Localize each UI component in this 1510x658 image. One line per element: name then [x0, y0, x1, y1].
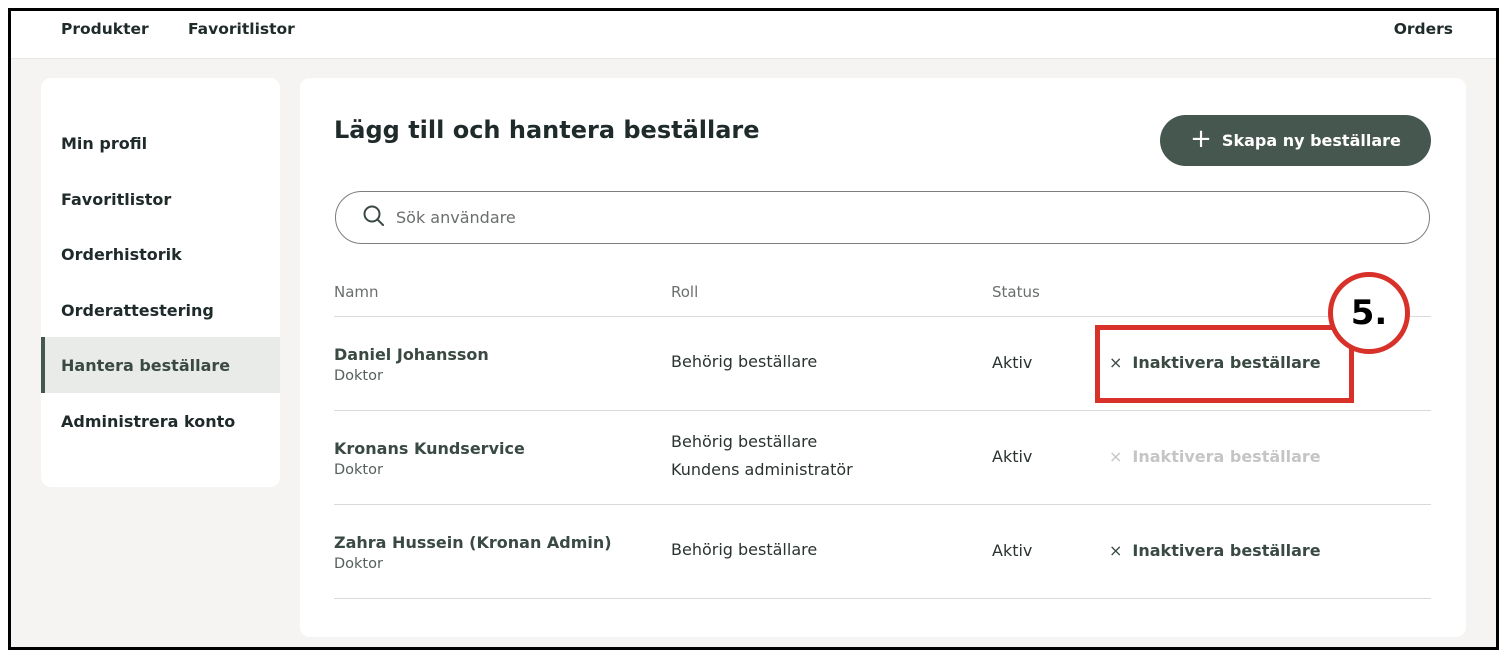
user-name: Daniel Johansson: [334, 345, 489, 364]
user-status: Aktiv: [992, 353, 1033, 372]
sidebar-item-favoritlistor[interactable]: Favoritlistor: [41, 171, 280, 227]
user-name: Zahra Hussein (Kronan Admin): [334, 533, 612, 552]
close-icon: ×: [1109, 541, 1123, 560]
row-divider: [334, 598, 1431, 599]
sidebar-item-hantera-bestallare[interactable]: Hantera beställare: [41, 337, 280, 393]
user-role: Kundens administratör: [671, 460, 853, 479]
user-role: Behörig beställare: [671, 540, 818, 559]
top-navigation: Produkter Favoritlistor Orders: [11, 11, 1496, 59]
page-title: Lägg till och hantera beställare: [334, 116, 760, 144]
user-title: Doktor: [334, 556, 383, 572]
row-role-cell: Behörig beställare: [671, 348, 817, 376]
row-name-cell: Kronans Kundservice Doktor: [334, 439, 525, 478]
sidebar-item-min-profil[interactable]: Min profil: [41, 115, 280, 171]
annotation-step-badge: 5.: [1328, 272, 1410, 354]
search-field[interactable]: [335, 191, 1430, 244]
table-row: Kronans Kundservice Doktor Behörig bestä…: [300, 411, 1466, 505]
column-header-status: Status: [992, 283, 1040, 301]
deactivate-orderer-button[interactable]: × Inaktivera beställare: [1109, 541, 1321, 560]
create-orderer-button[interactable]: + Skapa ny beställare: [1160, 115, 1431, 166]
row-role-cell: Behörig beställare: [671, 536, 817, 564]
nav-favoritlistor[interactable]: Favoritlistor: [188, 20, 295, 38]
nav-produkter[interactable]: Produkter: [61, 20, 149, 38]
user-status: Aktiv: [992, 447, 1033, 466]
close-icon: ×: [1109, 447, 1123, 466]
user-name: Kronans Kundservice: [334, 439, 525, 458]
user-title: Doktor: [334, 368, 383, 384]
column-header-roll: Roll: [671, 283, 699, 301]
deactivate-orderer-button-disabled: × Inaktivera beställare: [1109, 447, 1321, 466]
user-role: Behörig beställare: [671, 432, 818, 451]
deactivate-label: Inaktivera beställare: [1132, 447, 1321, 466]
deactivate-label: Inaktivera beställare: [1132, 541, 1321, 560]
table-row: Zahra Hussein (Kronan Admin) Doktor Behö…: [300, 505, 1466, 599]
plus-icon: +: [1190, 124, 1212, 154]
nav-orders[interactable]: Orders: [1394, 20, 1453, 38]
user-status: Aktiv: [992, 541, 1033, 560]
sidebar: Min profil Favoritlistor Orderhistorik O…: [41, 78, 280, 487]
user-role: Behörig beställare: [671, 352, 818, 371]
sidebar-item-orderhistorik[interactable]: Orderhistorik: [41, 226, 280, 282]
user-title: Doktor: [334, 462, 383, 478]
create-orderer-label: Skapa ny beställare: [1221, 131, 1401, 150]
row-role-cell: Behörig beställare Kundens administratör: [671, 428, 853, 484]
row-name-cell: Zahra Hussein (Kronan Admin) Doktor: [334, 533, 612, 572]
column-header-namn: Namn: [334, 283, 379, 301]
annotation-highlight-box: [1095, 325, 1354, 403]
sidebar-item-administrera-konto[interactable]: Administrera konto: [41, 393, 280, 449]
search-input[interactable]: [396, 208, 1296, 227]
sidebar-item-orderattestering[interactable]: Orderattestering: [41, 282, 280, 338]
search-icon: [362, 204, 386, 232]
row-name-cell: Daniel Johansson Doktor: [334, 345, 489, 384]
